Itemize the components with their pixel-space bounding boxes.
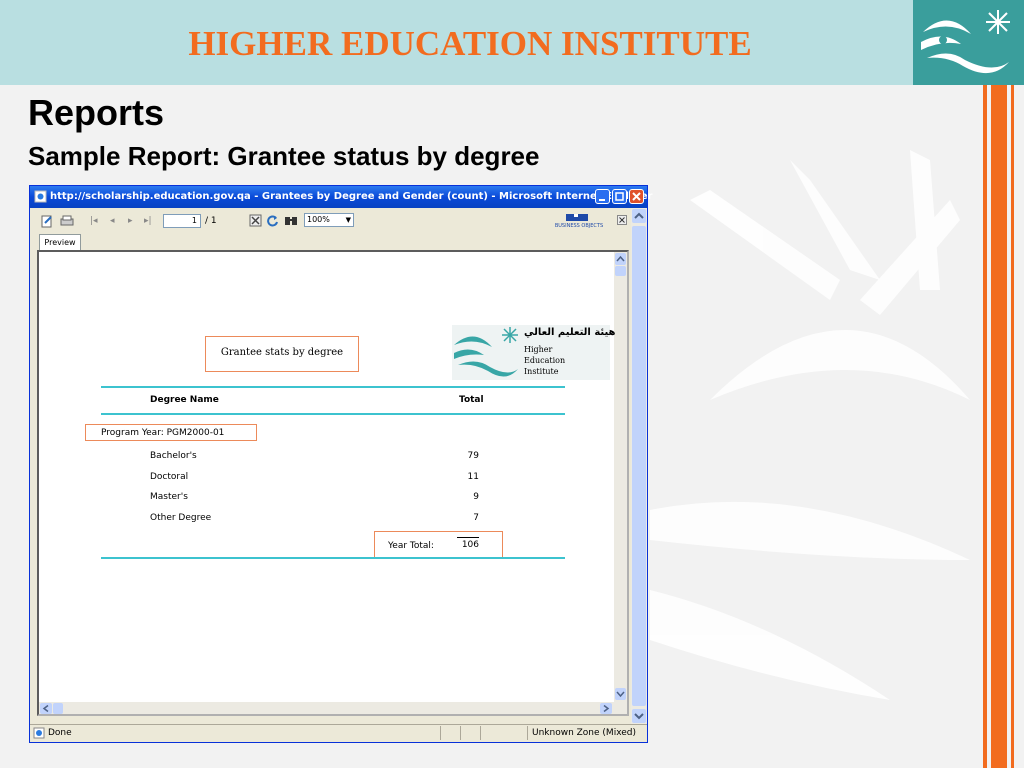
report-hscrollbar[interactable] (39, 702, 627, 714)
status-divider (480, 726, 481, 740)
accent-bar-thin (1011, 85, 1014, 768)
report-viewer: Grantee stats by degree هيئة التعليم الع… (37, 250, 629, 716)
status-divider (460, 726, 461, 740)
refresh-icon[interactable] (266, 214, 279, 230)
close-button[interactable] (629, 189, 644, 204)
next-page-icon[interactable]: ▸ (128, 216, 133, 226)
table-row-name: Master's (150, 492, 188, 502)
slide-header: HIGHER EDUCATION INSTITUTE (0, 0, 1024, 85)
status-text: Done (48, 728, 72, 738)
institute-logo (913, 0, 1024, 85)
logo-line2: Education (524, 356, 566, 365)
prev-page-icon[interactable]: ◂ (110, 216, 115, 226)
close-icon[interactable] (617, 215, 627, 228)
logo-arabic: هيئة التعليم العالي (524, 327, 616, 338)
year-total-label: Year Total: (388, 541, 434, 551)
page-icon (33, 727, 45, 742)
accent-bar-wide (991, 85, 1007, 768)
browser-window: http://scholarship.education.gov.qa - Gr… (29, 185, 652, 743)
window-scrollbar[interactable] (631, 208, 647, 724)
col-header-total: Total (459, 395, 484, 405)
tab-preview[interactable]: Preview (39, 234, 81, 251)
report-logo: هيئة التعليم العالي Higher Education Ins… (452, 325, 616, 380)
page-total: / 1 (205, 216, 217, 226)
slide-subtitle: Sample Report: Grantee status by degree (28, 141, 540, 171)
report-toolbar: |◂ ◂ ▸ ▸| 1 / 1 100% ▼ BUSINESS OBJECTS (34, 210, 627, 234)
logo-line1: Higher (524, 345, 553, 354)
slide-title: Reports (28, 92, 165, 133)
page-number-input[interactable]: 1 (163, 214, 201, 228)
print-icon[interactable] (60, 214, 74, 231)
report-heading: Grantee stats by degree (220, 347, 344, 358)
stop-icon[interactable] (249, 214, 262, 230)
table-rule-header (101, 413, 565, 415)
table-rule-bottom (101, 557, 565, 559)
export-icon[interactable] (40, 214, 54, 231)
logo-line3: Institute (524, 367, 559, 376)
group-label: Program Year: PGM2000-01 (101, 428, 225, 438)
ie-icon (34, 190, 47, 208)
browser-title: http://scholarship.education.gov.qa - Gr… (50, 191, 653, 202)
first-page-icon[interactable]: |◂ (90, 216, 98, 226)
security-zone: Unknown Zone (Mixed) (532, 728, 637, 738)
business-objects-logo: BUSINESS OBJECTS (554, 213, 604, 229)
chevron-down-icon: ▼ (345, 216, 351, 224)
accent-bar (983, 85, 987, 768)
status-divider (440, 726, 441, 740)
table-row-total: 9 (473, 492, 479, 502)
background-emblem (650, 150, 970, 700)
table-rule-top (101, 386, 565, 388)
browser-titlebar: http://scholarship.education.gov.qa - Gr… (30, 186, 652, 208)
table-row-total: 11 (467, 472, 479, 482)
minimize-button[interactable] (595, 189, 610, 204)
search-icon[interactable] (284, 214, 298, 230)
table-row-total: 7 (473, 513, 479, 523)
maximize-button[interactable] (612, 189, 627, 204)
report-scrollbar[interactable] (614, 252, 627, 702)
year-total-value: 106 (461, 540, 479, 550)
table-row-total: 79 (467, 451, 479, 461)
last-page-icon[interactable]: ▸| (144, 216, 152, 226)
zoom-select[interactable]: 100% ▼ (304, 213, 354, 227)
sum-line (457, 537, 479, 538)
status-bar: Done Unknown Zone (Mixed) (30, 724, 647, 742)
table-row-name: Other Degree (150, 513, 212, 523)
institute-title: HIGHER EDUCATION INSTITUTE (188, 24, 752, 63)
table-row-name: Doctoral (150, 472, 189, 482)
table-row-name: Bachelor's (150, 451, 197, 461)
col-header-degree: Degree Name (150, 395, 219, 405)
status-divider (527, 726, 528, 740)
